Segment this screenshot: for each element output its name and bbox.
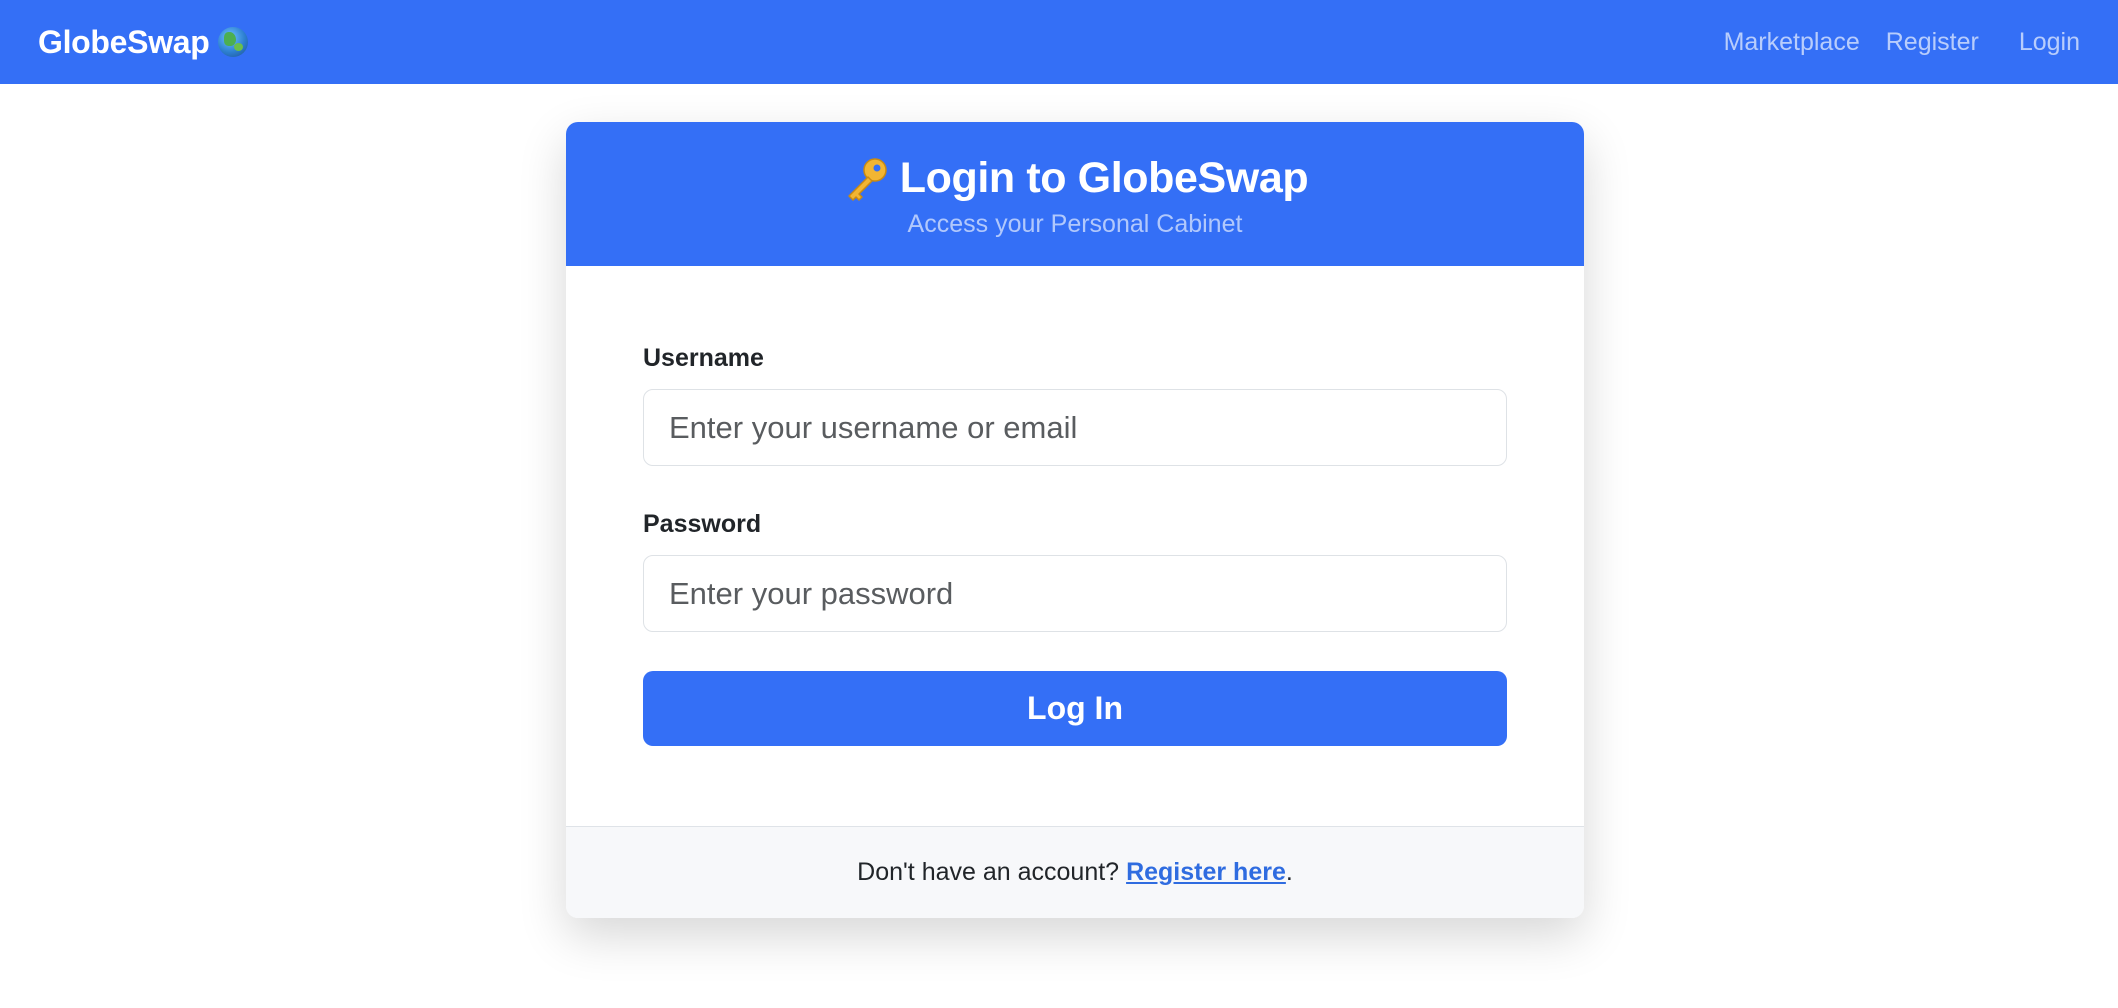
password-field-group: Password [643,510,1507,632]
nav-link-register[interactable]: Register [1886,28,1979,57]
page-subtitle: Access your Personal Cabinet [907,209,1243,238]
key-icon [848,157,887,201]
password-input[interactable] [643,555,1507,632]
login-card-footer: Don't have an account? Register here . [566,826,1584,918]
register-link[interactable]: Register here [1126,858,1286,887]
top-navbar: GlobeSwap Marketplace Register Login [0,0,2118,84]
brand-name: GlobeSwap [38,23,210,60]
username-input[interactable] [643,389,1507,466]
nav-link-marketplace[interactable]: Marketplace [1724,28,1860,57]
username-field-group: Username [643,344,1507,466]
nav-link-login[interactable]: Login [2019,28,2080,57]
nav-links: Marketplace Register Login [1724,28,2080,57]
login-card-header: Login to GlobeSwap Access your Personal … [566,122,1584,266]
footer-period: . [1285,858,1293,886]
card-title-row: Login to GlobeSwap [842,154,1309,204]
globe-icon [217,27,248,57]
footer-prompt: Don't have an account? [857,858,1120,886]
login-button[interactable]: Log In [643,671,1507,746]
username-label: Username [643,344,764,372]
password-label: Password [643,510,762,538]
login-card: Login to GlobeSwap Access your Personal … [566,122,1584,918]
login-form: Username Password Log In [566,266,1584,826]
page-title: Login to GlobeSwap [899,154,1309,202]
brand-logo-link[interactable]: GlobeSwap [38,24,248,61]
